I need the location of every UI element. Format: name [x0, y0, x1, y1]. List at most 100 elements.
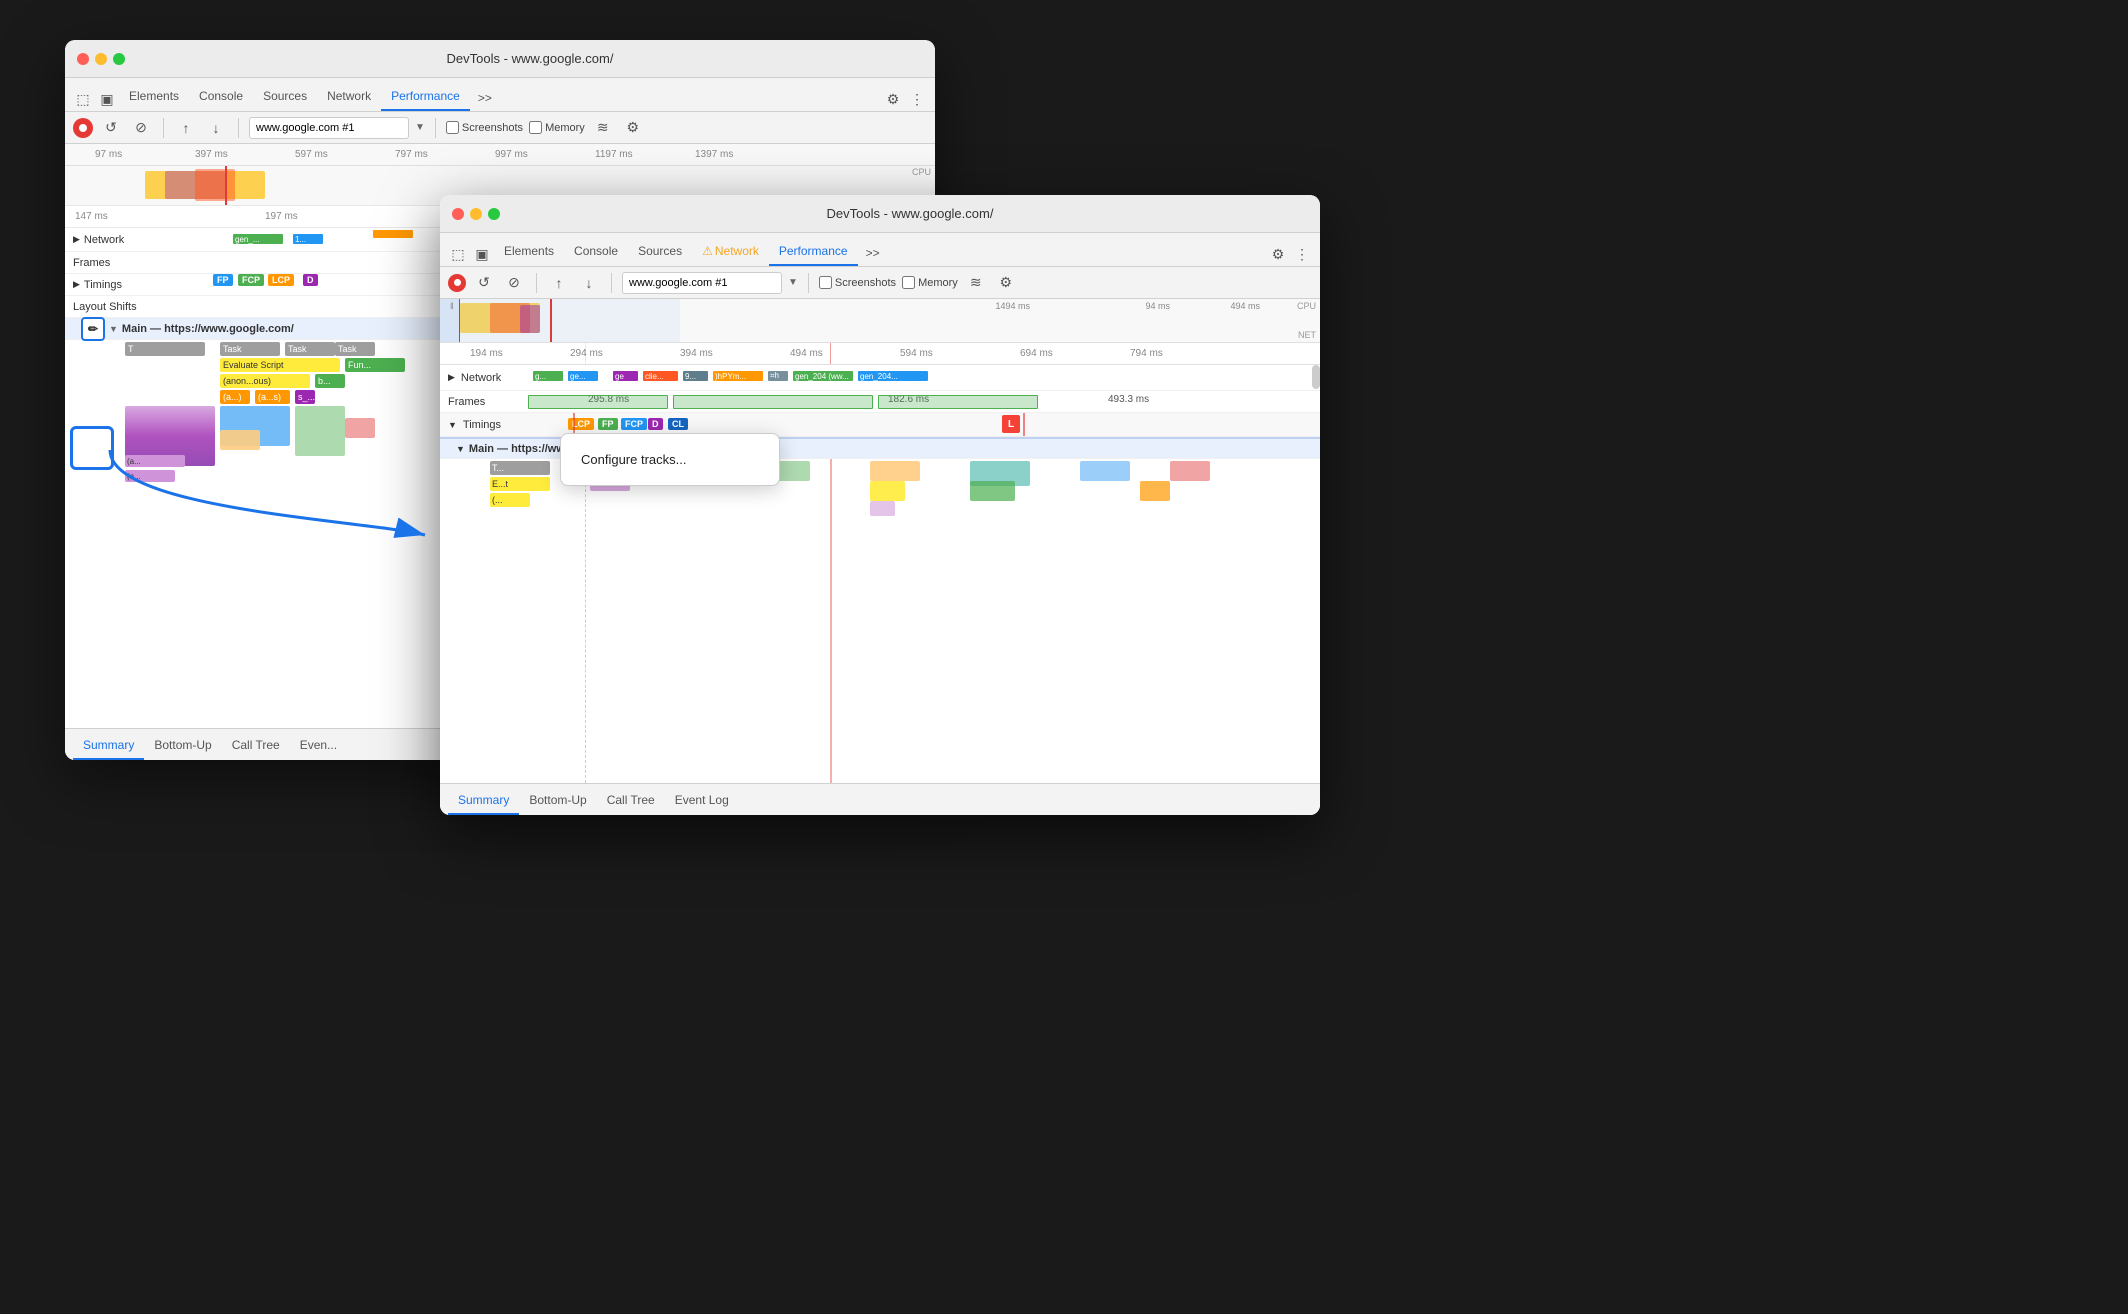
cursor-icon[interactable]: ⬚ — [71, 87, 95, 111]
tab-overflow[interactable]: >> — [470, 85, 500, 111]
back-tab-bottomup[interactable]: Bottom-Up — [144, 732, 221, 760]
warning-icon: ⚠ — [702, 244, 713, 258]
front-tab-summary[interactable]: Summary — [448, 787, 519, 815]
front-network-text: Network — [461, 372, 501, 384]
front-download-icon[interactable]: ↓ — [577, 271, 601, 295]
front-cursor-icon[interactable]: ⬚ — [446, 242, 470, 266]
back-layout-label: Layout Shifts — [73, 301, 173, 313]
front-ruler: 194 ms 294 ms 394 ms 494 ms 594 ms 694 m… — [440, 343, 1320, 365]
tab-network[interactable]: Network — [317, 83, 381, 111]
screenshots-checkbox-container[interactable]: Screenshots — [446, 121, 523, 134]
configure-tracks-item[interactable]: Configure tracks... — [561, 442, 779, 477]
configure-tracks-popup: Configure tracks... — [560, 433, 780, 486]
toolbar-divider3 — [435, 118, 436, 138]
back-tab-calltree[interactable]: Call Tree — [222, 732, 290, 760]
front-memory-container[interactable]: Memory — [902, 276, 958, 289]
tab-performance[interactable]: Performance — [381, 83, 470, 111]
url-input[interactable] — [249, 117, 409, 139]
front-timings-container: ▼ Timings LCP FP FCP D CL L C — [440, 413, 1320, 437]
front-maximize-button[interactable] — [488, 208, 500, 220]
front-tab-performance[interactable]: Performance — [769, 238, 858, 266]
front-network-label: ▶ Network — [448, 372, 528, 384]
front-record-icon[interactable] — [448, 274, 466, 292]
front-divider3 — [808, 273, 809, 293]
front-frames-row: Frames 295.8 ms 182.6 ms 493.3 ms — [440, 391, 1320, 413]
back-tab-eventlog[interactable]: Even... — [290, 732, 347, 760]
back-tab-summary[interactable]: Summary — [73, 732, 144, 760]
back-title-bar: DevTools - www.google.com/ — [65, 40, 935, 78]
back-perf-toolbar: ↺ ⊘ ↑ ↓ ▼ Screenshots Memory ≋ ⚙ — [65, 112, 935, 144]
perf-settings-icon[interactable]: ⚙ — [621, 116, 645, 140]
front-memory-checkbox[interactable] — [902, 276, 915, 289]
front-frames-label: Frames — [448, 396, 528, 408]
record-icon[interactable] — [73, 118, 93, 138]
front-tab-elements[interactable]: Elements — [494, 238, 564, 266]
front-screenshots-container[interactable]: Screenshots — [819, 276, 896, 289]
back-network-text: Network — [84, 234, 124, 246]
front-perf-settings-icon[interactable]: ⚙ — [994, 271, 1018, 295]
front-tab-console[interactable]: Console — [564, 238, 628, 266]
front-clear-icon[interactable]: ⊘ — [502, 271, 526, 295]
minimize-button[interactable] — [95, 53, 107, 65]
front-minimize-button[interactable] — [470, 208, 482, 220]
tab-elements[interactable]: Elements — [119, 83, 189, 111]
front-title-bar: DevTools - www.google.com/ — [440, 195, 1320, 233]
tab-console[interactable]: Console — [189, 83, 253, 111]
back-ruler: 97 ms 397 ms 597 ms 797 ms 997 ms 1197 m… — [65, 144, 935, 166]
mobile-icon[interactable]: ▣ — [95, 87, 119, 111]
more-icon[interactable]: ⋮ — [905, 87, 929, 111]
front-settings-icon[interactable]: ⚙ — [1266, 242, 1290, 266]
front-flame-chart: T... E...t (... — [440, 459, 1320, 783]
settings-icon[interactable]: ⚙ — [881, 87, 905, 111]
tab-sources[interactable]: Sources — [253, 83, 317, 111]
front-more-icon[interactable]: ⋮ — [1290, 242, 1314, 266]
front-tab-calltree[interactable]: Call Tree — [597, 787, 665, 815]
back-window-title: DevTools - www.google.com/ — [137, 51, 923, 66]
front-url-dropdown[interactable]: ▼ — [788, 277, 798, 288]
back-main-label: Main — https://www.google.com/ — [122, 323, 294, 335]
front-perf-toolbar: ↺ ⊘ ↑ ↓ ▼ Screenshots Memory ≋ ⚙ — [440, 267, 1320, 299]
download-icon[interactable]: ↓ — [204, 116, 228, 140]
front-network-content: g... ge... ge clie... 9... )hPYm... ⌗h g… — [528, 365, 1320, 390]
front-cpu-overview: 494 ms ‖ 94 ms 1494 ms CPU NET — [440, 299, 1320, 343]
url-dropdown-arrow[interactable]: ▼ — [415, 122, 425, 133]
front-tab-network[interactable]: ⚠Network — [692, 238, 769, 266]
toolbar-divider2 — [238, 118, 239, 138]
front-tab-bar: ⬚ ▣ Elements Console Sources ⚠Network Pe… — [440, 233, 1320, 267]
toolbar-divider — [163, 118, 164, 138]
front-reload-icon[interactable]: ↺ — [472, 271, 496, 295]
back-cpu-label: CPU — [912, 167, 931, 177]
memory-checkbox-container[interactable]: Memory — [529, 121, 585, 134]
front-frames-content: 295.8 ms 182.6 ms 493.3 ms — [528, 391, 1320, 412]
pencil-edit-button[interactable]: ✏ — [81, 317, 105, 341]
memory-checkbox[interactable] — [529, 121, 542, 134]
reload-record-icon[interactable]: ↺ — [99, 116, 123, 140]
front-url-input[interactable] — [622, 272, 782, 294]
front-close-button[interactable] — [452, 208, 464, 220]
front-traffic-lights — [452, 208, 500, 220]
screenshots-checkbox[interactable] — [446, 121, 459, 134]
front-network-row: ▶ Network g... ge... ge clie... 9... )hP… — [440, 365, 1320, 391]
front-upload-icon[interactable]: ↑ — [547, 271, 571, 295]
back-tab-bar: ⬚ ▣ Elements Console Sources Network Per… — [65, 78, 935, 112]
front-timeline-area: 494 ms ‖ 94 ms 1494 ms CPU NET 194 ms 29… — [440, 299, 1320, 815]
memory-label: Memory — [545, 122, 585, 134]
front-tab-overflow[interactable]: >> — [858, 240, 888, 266]
front-tab-sources[interactable]: Sources — [628, 238, 692, 266]
back-network-label: ▶ Network — [73, 234, 173, 246]
front-mobile-icon[interactable]: ▣ — [470, 242, 494, 266]
front-net-throttle-icon[interactable]: ≋ — [964, 271, 988, 295]
front-timings-label: ▼ Timings — [448, 419, 528, 431]
upload-icon[interactable]: ↑ — [174, 116, 198, 140]
front-screenshots-checkbox[interactable] — [819, 276, 832, 289]
front-tab-bottomup[interactable]: Bottom-Up — [519, 787, 596, 815]
maximize-button[interactable] — [113, 53, 125, 65]
front-tab-eventlog[interactable]: Event Log — [665, 787, 739, 815]
front-divider2 — [611, 273, 612, 293]
front-screenshots-label: Screenshots — [835, 277, 896, 289]
back-timings-label: ▶ Timings — [73, 279, 173, 291]
clear-icon[interactable]: ⊘ — [129, 116, 153, 140]
close-button[interactable] — [77, 53, 89, 65]
network-throttle-icon[interactable]: ≋ — [591, 116, 615, 140]
front-window-title: DevTools - www.google.com/ — [512, 206, 1308, 221]
